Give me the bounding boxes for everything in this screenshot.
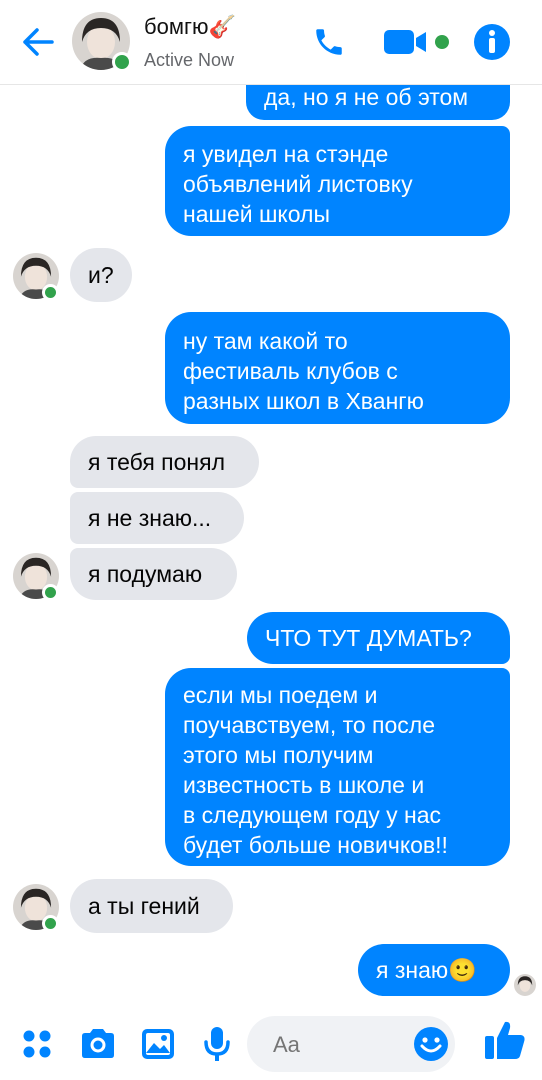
thumbs-up-icon xyxy=(485,1021,525,1059)
camera-button[interactable] xyxy=(78,1024,118,1064)
message-outgoing[interactable]: если мы поедем и поучавствуем, то после … xyxy=(165,668,510,866)
message-incoming[interactable]: а ты гений xyxy=(70,879,233,933)
info-button[interactable] xyxy=(472,22,512,62)
online-indicator xyxy=(42,915,59,932)
online-indicator xyxy=(112,52,132,72)
info-icon xyxy=(474,24,510,60)
emoji-icon xyxy=(414,1027,448,1061)
voice-button[interactable] xyxy=(200,1024,234,1064)
contact-name: бомгю🎸 xyxy=(144,14,236,39)
emoji-button[interactable] xyxy=(413,1026,449,1062)
message-outgoing[interactable]: ну там какой то фестиваль клубов с разны… xyxy=(165,312,510,424)
camera-icon xyxy=(82,1029,114,1058)
phone-icon xyxy=(316,29,342,55)
call-button[interactable] xyxy=(308,22,350,62)
online-indicator xyxy=(42,584,59,601)
gallery-button[interactable] xyxy=(138,1024,178,1064)
chat-header: бомгю🎸 Active Now xyxy=(0,0,542,85)
message-incoming[interactable]: и? xyxy=(70,248,132,302)
message-incoming[interactable]: я тебя понял xyxy=(70,436,259,488)
video-call-button[interactable] xyxy=(380,22,454,62)
like-button[interactable] xyxy=(482,1020,528,1060)
message-outgoing[interactable]: я увидел на стэнде объявлений листовку н… xyxy=(165,126,510,236)
apps-icon xyxy=(23,1030,51,1058)
video-camera-icon xyxy=(384,30,449,54)
message-input[interactable] xyxy=(271,1028,425,1062)
back-arrow-icon xyxy=(23,28,54,56)
apps-button[interactable] xyxy=(20,1024,54,1064)
gallery-icon xyxy=(142,1029,174,1059)
message-outgoing[interactable]: я знаю🙂 xyxy=(358,944,510,996)
online-indicator xyxy=(42,284,59,301)
back-button[interactable] xyxy=(18,22,58,62)
message-incoming[interactable]: я подумаю xyxy=(70,548,237,600)
message-outgoing[interactable]: ЧТО ТУТ ДУМАТЬ? xyxy=(247,612,510,664)
contact-status: Active Now xyxy=(144,50,235,70)
seen-avatar xyxy=(514,974,536,996)
message-input-wrapper[interactable] xyxy=(247,1016,455,1072)
message-incoming[interactable]: я не знаю... xyxy=(70,492,244,544)
microphone-icon xyxy=(204,1027,230,1061)
